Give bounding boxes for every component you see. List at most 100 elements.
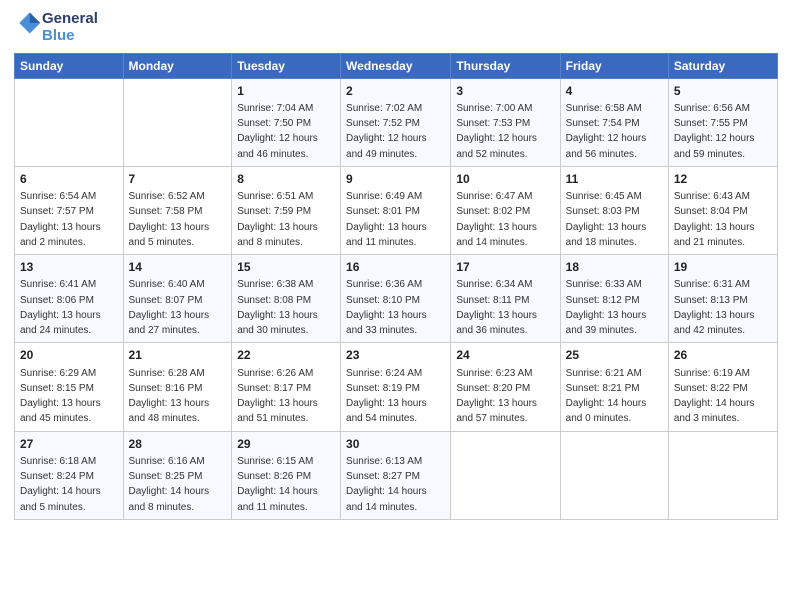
day-number: 15 (237, 259, 335, 276)
day-header-sunday: Sunday (15, 53, 124, 78)
day-header-saturday: Saturday (668, 53, 777, 78)
day-number: 1 (237, 83, 335, 100)
week-row-1: 1 Sunrise: 7:04 AM Sunset: 7:50 PM Daylig… (15, 78, 778, 166)
day-number: 5 (674, 83, 772, 100)
day-info: Sunrise: 6:31 AM Sunset: 8:13 PM Dayligh… (674, 279, 755, 336)
day-info: Sunrise: 6:58 AM Sunset: 7:54 PM Dayligh… (566, 103, 647, 160)
day-cell: 21 Sunrise: 6:28 AM Sunset: 8:16 PM Dayli… (123, 343, 232, 431)
day-number: 11 (566, 171, 663, 188)
day-cell: 11 Sunrise: 6:45 AM Sunset: 8:03 PM Dayli… (560, 166, 668, 254)
day-number: 21 (129, 347, 227, 364)
day-number: 26 (674, 347, 772, 364)
header-row: SundayMondayTuesdayWednesdayThursdayFrid… (15, 53, 778, 78)
logo-icon (14, 9, 42, 37)
day-cell: 22 Sunrise: 6:26 AM Sunset: 8:17 PM Dayli… (232, 343, 341, 431)
day-cell: 4 Sunrise: 6:58 AM Sunset: 7:54 PM Daylig… (560, 78, 668, 166)
day-cell: 15 Sunrise: 6:38 AM Sunset: 8:08 PM Dayli… (232, 255, 341, 343)
day-number: 23 (346, 347, 445, 364)
day-number: 28 (129, 436, 227, 453)
day-number: 3 (456, 83, 554, 100)
day-number: 25 (566, 347, 663, 364)
day-header-thursday: Thursday (451, 53, 560, 78)
day-info: Sunrise: 6:51 AM Sunset: 7:59 PM Dayligh… (237, 191, 318, 248)
day-info: Sunrise: 6:38 AM Sunset: 8:08 PM Dayligh… (237, 279, 318, 336)
day-cell: 27 Sunrise: 6:18 AM Sunset: 8:24 PM Dayli… (15, 431, 124, 519)
day-info: Sunrise: 6:26 AM Sunset: 8:17 PM Dayligh… (237, 368, 318, 425)
day-header-wednesday: Wednesday (341, 53, 451, 78)
day-info: Sunrise: 6:56 AM Sunset: 7:55 PM Dayligh… (674, 103, 755, 160)
day-number: 12 (674, 171, 772, 188)
day-cell: 14 Sunrise: 6:40 AM Sunset: 8:07 PM Dayli… (123, 255, 232, 343)
day-info: Sunrise: 7:02 AM Sunset: 7:52 PM Dayligh… (346, 103, 427, 160)
day-info: Sunrise: 6:33 AM Sunset: 8:12 PM Dayligh… (566, 279, 647, 336)
day-info: Sunrise: 6:34 AM Sunset: 8:11 PM Dayligh… (456, 279, 537, 336)
day-cell: 28 Sunrise: 6:16 AM Sunset: 8:25 PM Dayli… (123, 431, 232, 519)
day-number: 7 (129, 171, 227, 188)
day-cell: 20 Sunrise: 6:29 AM Sunset: 8:15 PM Dayli… (15, 343, 124, 431)
day-info: Sunrise: 6:13 AM Sunset: 8:27 PM Dayligh… (346, 456, 427, 513)
day-cell: 10 Sunrise: 6:47 AM Sunset: 8:02 PM Dayli… (451, 166, 560, 254)
day-info: Sunrise: 6:54 AM Sunset: 7:57 PM Dayligh… (20, 191, 101, 248)
day-cell: 23Sunrise: 6:24 AM Sunset: 8:19 PM Dayli… (341, 343, 451, 431)
day-cell: 19 Sunrise: 6:31 AM Sunset: 8:13 PM Dayli… (668, 255, 777, 343)
day-cell: 12 Sunrise: 6:43 AM Sunset: 8:04 PM Dayli… (668, 166, 777, 254)
day-number: 20 (20, 347, 118, 364)
day-cell: 1 Sunrise: 7:04 AM Sunset: 7:50 PM Daylig… (232, 78, 341, 166)
day-header-tuesday: Tuesday (232, 53, 341, 78)
day-cell: 18 Sunrise: 6:33 AM Sunset: 8:12 PM Dayli… (560, 255, 668, 343)
day-info: Sunrise: 6:36 AM Sunset: 8:10 PM Dayligh… (346, 279, 427, 336)
day-info: Sunrise: 6:45 AM Sunset: 8:03 PM Dayligh… (566, 191, 647, 248)
day-number: 29 (237, 436, 335, 453)
day-info: Sunrise: 6:40 AM Sunset: 8:07 PM Dayligh… (129, 279, 210, 336)
day-cell: 13 Sunrise: 6:41 AM Sunset: 8:06 PM Dayli… (15, 255, 124, 343)
day-info: Sunrise: 6:29 AM Sunset: 8:15 PM Dayligh… (20, 368, 101, 425)
day-cell: 16 Sunrise: 6:36 AM Sunset: 8:10 PM Dayli… (341, 255, 451, 343)
day-info: Sunrise: 6:49 AM Sunset: 8:01 PM Dayligh… (346, 191, 427, 248)
day-number: 30 (346, 436, 445, 453)
week-row-2: 6Sunrise: 6:54 AM Sunset: 7:57 PM Daylig… (15, 166, 778, 254)
day-info: Sunrise: 6:28 AM Sunset: 8:16 PM Dayligh… (129, 368, 210, 425)
day-cell: 3Sunrise: 7:00 AM Sunset: 7:53 PM Daylig… (451, 78, 560, 166)
header: General Blue (14, 10, 778, 45)
day-number: 19 (674, 259, 772, 276)
day-number: 18 (566, 259, 663, 276)
day-number: 10 (456, 171, 554, 188)
day-header-monday: Monday (123, 53, 232, 78)
day-info: Sunrise: 6:16 AM Sunset: 8:25 PM Dayligh… (129, 456, 210, 513)
day-number: 8 (237, 171, 335, 188)
day-number: 14 (129, 259, 227, 276)
day-cell (451, 431, 560, 519)
day-cell: 29 Sunrise: 6:15 AM Sunset: 8:26 PM Dayli… (232, 431, 341, 519)
page-container: General Blue SundayMondayTuesdayWednesda… (0, 0, 792, 530)
day-cell (15, 78, 124, 166)
logo-text-blue: Blue (42, 27, 98, 44)
day-number: 27 (20, 436, 118, 453)
day-cell (668, 431, 777, 519)
day-info: Sunrise: 6:23 AM Sunset: 8:20 PM Dayligh… (456, 368, 537, 425)
day-info: Sunrise: 7:04 AM Sunset: 7:50 PM Dayligh… (237, 103, 318, 160)
week-row-5: 27 Sunrise: 6:18 AM Sunset: 8:24 PM Dayli… (15, 431, 778, 519)
day-cell: 6Sunrise: 6:54 AM Sunset: 7:57 PM Daylig… (15, 166, 124, 254)
day-number: 24 (456, 347, 554, 364)
logo: General Blue (14, 10, 98, 45)
day-number: 16 (346, 259, 445, 276)
day-info: Sunrise: 6:41 AM Sunset: 8:06 PM Dayligh… (20, 279, 101, 336)
day-info: Sunrise: 6:15 AM Sunset: 8:26 PM Dayligh… (237, 456, 318, 513)
day-number: 13 (20, 259, 118, 276)
day-info: Sunrise: 6:43 AM Sunset: 8:04 PM Dayligh… (674, 191, 755, 248)
day-cell: 24 Sunrise: 6:23 AM Sunset: 8:20 PM Dayli… (451, 343, 560, 431)
day-number: 9 (346, 171, 445, 188)
day-cell: 17 Sunrise: 6:34 AM Sunset: 8:11 PM Dayli… (451, 255, 560, 343)
day-cell: 30 Sunrise: 6:13 AM Sunset: 8:27 PM Dayli… (341, 431, 451, 519)
day-info: Sunrise: 6:47 AM Sunset: 8:02 PM Dayligh… (456, 191, 537, 248)
day-cell: 26 Sunrise: 6:19 AM Sunset: 8:22 PM Dayli… (668, 343, 777, 431)
day-number: 22 (237, 347, 335, 364)
calendar-table: SundayMondayTuesdayWednesdayThursdayFrid… (14, 53, 778, 520)
day-number: 4 (566, 83, 663, 100)
day-info: Sunrise: 6:19 AM Sunset: 8:22 PM Dayligh… (674, 368, 755, 425)
logo-text-general: General (42, 10, 98, 27)
day-info: Sunrise: 6:18 AM Sunset: 8:24 PM Dayligh… (20, 456, 101, 513)
day-cell: 8 Sunrise: 6:51 AM Sunset: 7:59 PM Daylig… (232, 166, 341, 254)
day-number: 17 (456, 259, 554, 276)
day-info: Sunrise: 6:52 AM Sunset: 7:58 PM Dayligh… (129, 191, 210, 248)
